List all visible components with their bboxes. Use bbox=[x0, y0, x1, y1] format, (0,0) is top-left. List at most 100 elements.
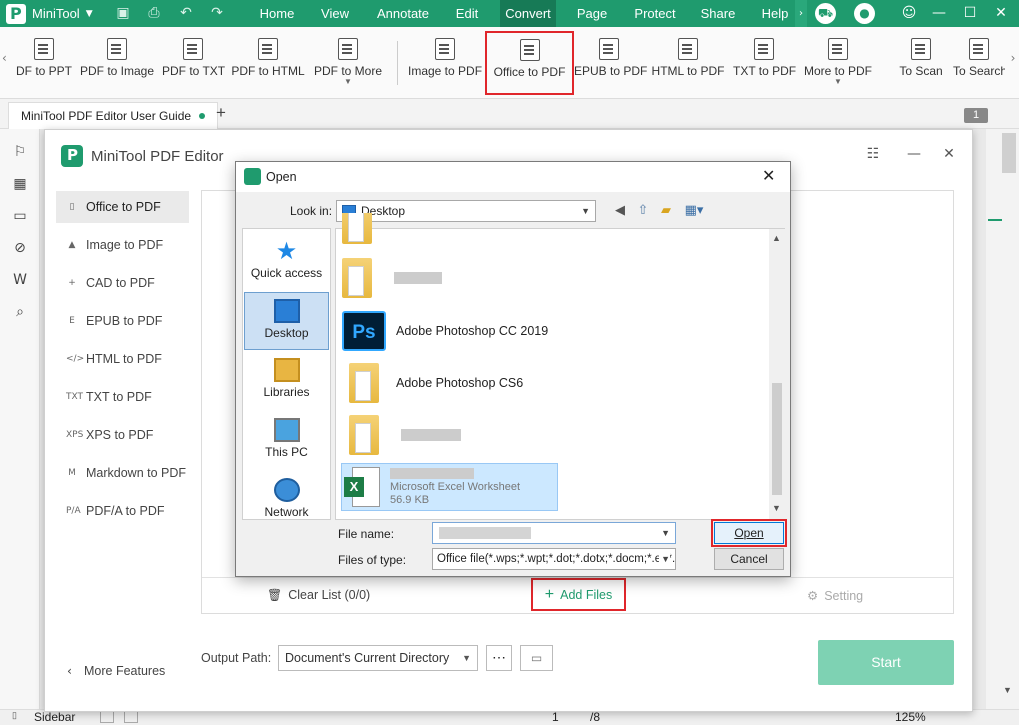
new-folder-icon[interactable]: ▰ bbox=[656, 201, 676, 221]
nav-xps-to-pdf[interactable]: XPS XPS to PDF bbox=[56, 419, 189, 451]
view-menu-icon[interactable]: ▦▾ bbox=[680, 201, 708, 221]
file-name-input[interactable]: ▼ bbox=[432, 522, 676, 544]
prev-view-icon[interactable] bbox=[100, 711, 114, 723]
nav-pdfa-to-pdf[interactable]: P/A PDF/A to PDF bbox=[56, 495, 189, 527]
list-item[interactable] bbox=[342, 409, 461, 461]
print-icon[interactable]: ⎙ bbox=[145, 4, 163, 22]
ribbon-pdf-to-more[interactable]: PDF to More ▼ bbox=[313, 27, 383, 99]
feedback-icon[interactable]: ☺ bbox=[894, 0, 924, 27]
nav-epub-to-pdf[interactable]: E EPUB to PDF bbox=[56, 305, 189, 337]
comments-icon[interactable]: ▭ bbox=[11, 207, 29, 225]
document-scrollbar[interactable]: ▼ bbox=[986, 129, 1019, 709]
look-in-select[interactable]: Desktop ▼ bbox=[336, 200, 596, 222]
minimize-icon[interactable]: — bbox=[924, 0, 954, 27]
place-network[interactable]: Network bbox=[244, 472, 329, 530]
browse-more-button[interactable]: ⋯ bbox=[486, 645, 512, 671]
more-features-button[interactable]: ‹ More Features bbox=[67, 663, 165, 678]
ribbon-to-search[interactable]: To Search bbox=[953, 27, 1005, 99]
next-view-icon[interactable] bbox=[124, 711, 138, 723]
place-desktop[interactable]: Desktop bbox=[244, 292, 329, 350]
files-of-type-select[interactable]: Office file(*.wps;*.wpt;*.dot;*.dotx;*.d… bbox=[432, 548, 676, 570]
ribbon-to-scan[interactable]: To Scan bbox=[896, 27, 946, 99]
menu-help[interactable]: Help bbox=[756, 0, 794, 27]
menu-view[interactable]: View bbox=[312, 0, 358, 27]
app-menu-chevron-icon[interactable]: ▼ bbox=[86, 9, 93, 19]
document-tab[interactable]: MiniTool PDF Editor User Guide bbox=[8, 102, 219, 129]
app-brand[interactable]: MiniTool ▼ bbox=[6, 3, 93, 24]
ribbon-pdf-to-html[interactable]: PDF to HTML bbox=[231, 27, 305, 99]
unsaved-dot-icon bbox=[199, 113, 206, 119]
list-item[interactable] bbox=[342, 252, 442, 304]
thumbnails-icon[interactable]: ▦ bbox=[11, 175, 29, 193]
list-item[interactable]: Adobe Photoshop CS6 bbox=[342, 357, 523, 409]
nav-image-to-pdf[interactable]: ▲ Image to PDF bbox=[56, 229, 189, 261]
close-icon[interactable]: ✕ bbox=[986, 0, 1016, 27]
word-icon[interactable]: W bbox=[11, 271, 29, 289]
ribbon-html-to-pdf[interactable]: HTML to PDF bbox=[651, 27, 725, 99]
open-folder-icon[interactable]: ▭ bbox=[520, 645, 553, 671]
ribbon-image-to-pdf[interactable]: Image to PDF bbox=[408, 27, 482, 99]
place-quick-access[interactable]: ★ Quick access bbox=[244, 233, 329, 291]
scrollbar-thumb[interactable] bbox=[772, 383, 782, 495]
attachment-icon[interactable]: ⊘ bbox=[11, 239, 29, 257]
add-files-button[interactable]: + Add Files bbox=[531, 578, 626, 611]
start-button[interactable]: Start bbox=[818, 640, 954, 685]
maximize-icon[interactable]: ☐ bbox=[955, 0, 985, 27]
new-tab-button[interactable]: + bbox=[216, 103, 226, 123]
bookmark-icon[interactable]: ⚐ bbox=[11, 143, 29, 161]
up-folder-icon[interactable]: ⇧ bbox=[633, 201, 653, 221]
nav-markdown-to-pdf[interactable]: M Markdown to PDF bbox=[56, 457, 189, 489]
setting-button[interactable]: ⚙ Setting bbox=[807, 588, 863, 603]
ribbon-epub-to-pdf[interactable]: EPUB to PDF bbox=[574, 27, 647, 99]
ribbon-txt-to-pdf[interactable]: TXT to PDF bbox=[733, 27, 796, 99]
ribbon-office-to-pdf[interactable]: Office to PDF bbox=[485, 31, 574, 95]
nav-office-to-pdf[interactable]: ▯ Office to PDF bbox=[56, 191, 189, 223]
list-item-selected[interactable]: X Microsoft Excel Worksheet 56.9 KB bbox=[341, 463, 558, 511]
ribbon-scroll-left-icon[interactable]: ‹ bbox=[2, 51, 7, 65]
undo-icon[interactable]: ↶ bbox=[177, 4, 195, 22]
close-icon[interactable]: ✕ bbox=[762, 166, 775, 185]
place-libraries[interactable]: Libraries bbox=[244, 352, 329, 410]
redo-icon[interactable]: ↷ bbox=[208, 4, 226, 22]
menu-protect[interactable]: Protect bbox=[627, 0, 683, 27]
history-icon[interactable]: ☷ bbox=[863, 146, 883, 166]
open-button[interactable]: Open bbox=[714, 522, 784, 544]
cart-icon[interactable]: ⛟ bbox=[815, 3, 836, 24]
menu-share[interactable]: Share bbox=[696, 0, 740, 27]
ribbon-pdf-to-ppt[interactable]: DF to PPT bbox=[14, 27, 74, 99]
nav-txt-to-pdf[interactable]: TXT TXT to PDF bbox=[56, 381, 189, 413]
menu-convert[interactable]: Convert bbox=[500, 0, 556, 27]
account-icon[interactable]: ● bbox=[854, 3, 875, 24]
scroll-down-icon[interactable]: ▼ bbox=[772, 503, 781, 513]
menu-page[interactable]: Page bbox=[572, 0, 612, 27]
current-page[interactable]: 1 bbox=[552, 710, 559, 724]
sidebar-label[interactable]: Sidebar bbox=[34, 710, 75, 724]
menu-scroll-right-icon[interactable]: › bbox=[795, 0, 807, 27]
scrollbar-thumb[interactable] bbox=[1002, 133, 1016, 173]
output-path-select[interactable]: Document's Current Directory ▼ bbox=[278, 645, 478, 671]
cancel-button[interactable]: Cancel bbox=[714, 548, 784, 570]
nav-html-to-pdf[interactable]: </> HTML to PDF bbox=[56, 343, 189, 375]
zoom-level[interactable]: 125% bbox=[895, 710, 926, 724]
menu-edit[interactable]: Edit bbox=[447, 0, 487, 27]
ribbon-scroll-right-icon[interactable]: › bbox=[1007, 51, 1019, 73]
ribbon-more-to-pdf[interactable]: More to PDF ▼ bbox=[802, 27, 874, 99]
list-item[interactable] bbox=[342, 213, 372, 247]
back-icon[interactable]: ◀ bbox=[610, 201, 630, 221]
minimize-icon[interactable]: — bbox=[904, 146, 924, 166]
search-icon[interactable]: ⌕ bbox=[11, 303, 29, 321]
clear-list-button[interactable]: 🗑 Clear List (0/0) bbox=[267, 588, 370, 602]
image-icon: ▲ bbox=[68, 240, 76, 250]
save-icon[interactable]: ▣ bbox=[114, 4, 132, 22]
scroll-up-icon[interactable]: ▲ bbox=[772, 233, 781, 243]
nav-cad-to-pdf[interactable]: + CAD to PDF bbox=[56, 267, 189, 299]
sidebar-toggle-icon[interactable]: ▯ bbox=[12, 710, 17, 721]
ribbon-pdf-to-txt[interactable]: PDF to TXT bbox=[162, 27, 225, 99]
menu-home[interactable]: Home bbox=[250, 0, 304, 27]
list-item[interactable]: Ps Adobe Photoshop CC 2019 bbox=[342, 305, 548, 357]
ribbon-pdf-to-image[interactable]: PDF to Image bbox=[80, 27, 154, 99]
scroll-down-icon[interactable]: ▼ bbox=[1003, 685, 1012, 695]
close-icon[interactable]: ✕ bbox=[939, 146, 959, 166]
place-this-pc[interactable]: This PC bbox=[244, 412, 329, 470]
menu-annotate[interactable]: Annotate bbox=[370, 0, 436, 27]
